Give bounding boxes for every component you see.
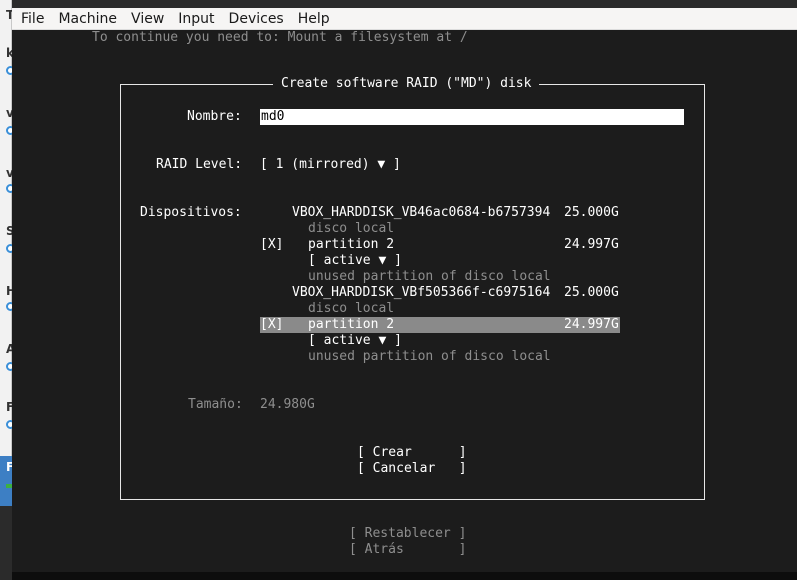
statusbar [12, 572, 797, 580]
disk-name: VBOX_HARDDISK_VBf505366f-c6975164 [292, 285, 551, 300]
partition-size: 24.997G [564, 237, 619, 252]
raid-level-label: RAID Level: [156, 157, 243, 172]
dialog-title: Create software RAID ("MD") disk [273, 76, 540, 92]
reset-button[interactable]: [ Restablecer ] [349, 526, 466, 542]
raid-level-dropdown[interactable]: [ 1 (mirrored) ▼ ] [260, 157, 401, 173]
devices-label: Dispositivos: [140, 205, 242, 220]
menubar: File Machine View Input Devices Help [12, 8, 797, 30]
menu-input[interactable]: Input [178, 11, 214, 27]
disk-subtitle: disco local [308, 301, 395, 316]
raid-dialog: Create software RAID ("MD") disk Nombre:… [120, 76, 705, 500]
size-label: Tamaño: [188, 397, 243, 412]
host-sidebar: T k v v S H A F [0, 0, 16, 506]
status-message: To continue you need to: Mount a filesys… [92, 30, 468, 45]
partition-size: 24.997G [564, 317, 619, 332]
disk-name: VBOX_HARDDISK_VB46ac0684-b6757394 [292, 205, 551, 220]
name-label: Nombre: [187, 109, 242, 124]
partition-role-dropdown[interactable]: [ active ▼ ] [308, 333, 402, 349]
partition-checkbox[interactable]: [X] [260, 237, 283, 253]
menu-help[interactable]: Help [298, 11, 330, 27]
partition-note: unused partition of disco local [308, 269, 551, 284]
create-button[interactable]: [ Crear ] [357, 445, 467, 461]
menu-devices[interactable]: Devices [229, 11, 284, 27]
partition-note: unused partition of disco local [308, 349, 551, 364]
size-value: 24.980G [260, 397, 315, 412]
back-button[interactable]: [ Atrás ] [349, 542, 466, 558]
disk-subtitle: disco local [308, 221, 395, 236]
name-input[interactable] [260, 109, 684, 125]
partition-checkbox[interactable]: [X] [260, 317, 283, 333]
cancel-button[interactable]: [ Cancelar ] [357, 461, 467, 477]
disk-size: 25.000G [564, 285, 619, 300]
menu-machine[interactable]: Machine [58, 11, 117, 27]
partition-label: partition 2 [308, 317, 395, 332]
menu-file[interactable]: File [21, 11, 44, 27]
partition-label: partition 2 [308, 237, 395, 252]
vm-console: To continue you need to: Mount a filesys… [12, 30, 797, 572]
menu-view[interactable]: View [131, 11, 164, 27]
partition-role-dropdown[interactable]: [ active ▼ ] [308, 253, 402, 269]
disk-size: 25.000G [564, 205, 619, 220]
